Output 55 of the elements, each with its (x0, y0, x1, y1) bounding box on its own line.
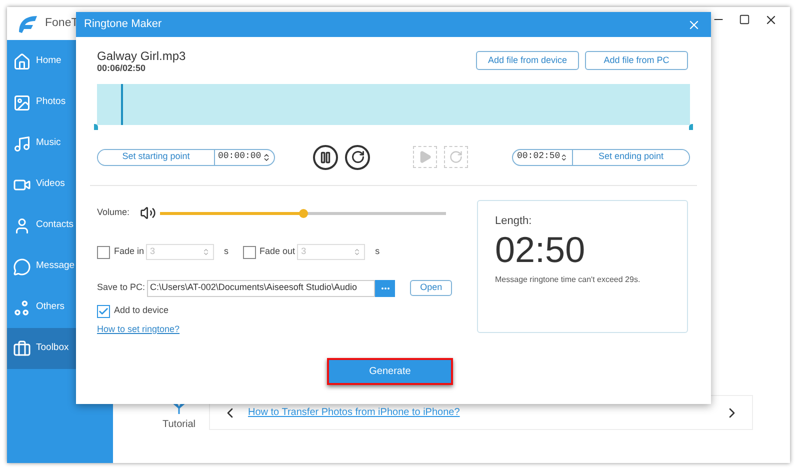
seconds-unit: s (375, 245, 380, 258)
volume-slider[interactable] (160, 212, 446, 214)
save-label: Save to PC: (97, 281, 146, 294)
speaker-icon (140, 205, 156, 221)
maximize-icon[interactable] (739, 14, 750, 25)
fade-duration-field[interactable]: 3 (297, 244, 366, 260)
checkbox[interactable] (242, 246, 256, 258)
start-handle[interactable] (94, 124, 98, 130)
add-file-button[interactable]: Add file from PC (585, 51, 688, 70)
fade-label: Fade out (260, 245, 296, 258)
play-icon (418, 150, 432, 164)
fade-duration-field[interactable]: 3 (146, 244, 214, 260)
seconds-unit: s (224, 245, 229, 258)
play-position: 00:06/02:50 (97, 63, 147, 74)
start-time-field[interactable]: 00:00:00 (215, 150, 274, 164)
fade-label: Fade in (114, 245, 144, 258)
spinner-icon[interactable] (560, 152, 568, 162)
music-icon (13, 134, 31, 152)
checkbox[interactable] (97, 246, 110, 258)
length-label: Length: (495, 214, 533, 229)
chat-icon (13, 258, 31, 276)
waveform-track[interactable] (97, 84, 690, 125)
user-icon (13, 216, 31, 234)
browse-button[interactable] (375, 280, 396, 296)
generate-button[interactable]: Generate (327, 358, 453, 384)
dialog-title: Ringtone Maker (84, 17, 162, 32)
toolbox-icon (13, 340, 31, 358)
replay-icon (449, 150, 463, 164)
tutorial-link[interactable]: How to Transfer Photos from iPhone to iPhone? (248, 405, 460, 420)
save-path-field[interactable]: C:\Users\AT-002\Documents\Aiseesoft Studio\Audio (147, 280, 376, 296)
more-icon (380, 286, 390, 290)
app-name: FoneT (45, 16, 78, 31)
length-note: Message ringtone time can't exceed 29s. (495, 274, 642, 286)
volume-label: Volume: (97, 206, 131, 220)
end-handle[interactable] (689, 124, 693, 130)
open-button[interactable]: Open (410, 280, 452, 296)
pause-button[interactable] (313, 144, 338, 170)
volume-thumb[interactable] (299, 208, 308, 218)
file-name: Galway Girl.mp3 (97, 49, 186, 63)
sidebar-item[interactable]: Videos (7, 164, 113, 205)
sidebar-item[interactable]: Photos (7, 82, 113, 123)
set-start-button[interactable]: Set starting point (98, 150, 215, 164)
pause-icon (319, 150, 332, 164)
tutorial-label: Tutorial (162, 418, 196, 432)
replay-icon (350, 150, 364, 164)
add-file-button[interactable]: Add file from device (476, 51, 579, 70)
length-value: 02:50 (495, 230, 586, 270)
playhead[interactable] (120, 84, 123, 125)
replay-button[interactable] (345, 144, 370, 170)
checkbox[interactable] (97, 304, 110, 318)
spinner-icon[interactable] (262, 152, 271, 162)
dots-icon (13, 298, 31, 316)
add-to-device-label: Add to device (114, 304, 169, 318)
image-icon (13, 94, 31, 112)
home-icon (13, 52, 31, 70)
